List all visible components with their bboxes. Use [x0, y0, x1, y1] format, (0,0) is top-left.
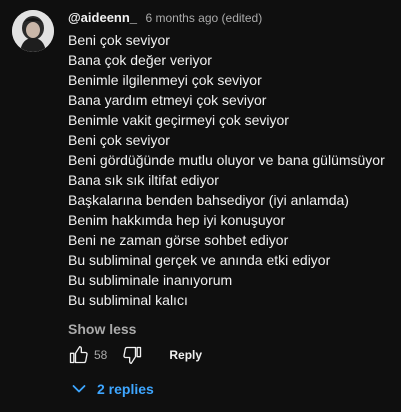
view-replies-button[interactable]: 2 replies [72, 378, 154, 400]
comment-line: Beni ne zaman görse sohbet ediyor [68, 232, 289, 248]
avatar-image [12, 10, 54, 52]
comment-line: Benim hakkımda hep iyi konuşuyor [68, 212, 286, 228]
chevron-down-icon [72, 384, 86, 394]
comment-thread: @aideenn_ 6 months ago (edited) Beni çok… [0, 0, 401, 412]
comment-line: Benimle ilgilenmeyi çok seviyor [68, 72, 262, 88]
comment-text: Beni çok seviyor Bana çok değer veriyor … [68, 30, 393, 310]
comment-line: Bana yardım etmeyi çok seviyor [68, 92, 267, 108]
comment-body: @aideenn_ 6 months ago (edited) Beni çok… [68, 8, 393, 339]
comment-line: Benimle vakit geçirmeyi çok seviyor [68, 112, 289, 128]
comment-timestamp[interactable]: 6 months ago (edited) [145, 11, 262, 25]
reply-button[interactable]: Reply [169, 348, 202, 362]
like-button[interactable] [68, 344, 88, 366]
avatar[interactable] [12, 10, 54, 52]
show-less-button[interactable]: Show less [68, 319, 136, 339]
like-count: 58 [94, 348, 108, 362]
comment-line: Beni gördüğünde mutlu oluyor ve bana gül… [68, 152, 385, 168]
comment-line: Beni çok seviyor [68, 132, 170, 148]
comment-author[interactable]: @aideenn_ [68, 10, 137, 25]
comment-line: Başkalarına benden bahsediyor (iyi anlam… [68, 192, 349, 208]
comment-line: Bana çok değer veriyor [68, 52, 212, 68]
dislike-button[interactable] [123, 344, 143, 366]
comment-line: Bu subliminal kalıcı [68, 292, 188, 308]
comment-line: Bu subliminale inanıyorum [68, 272, 233, 288]
replies-count-label: 2 replies [97, 381, 154, 397]
comment-header: @aideenn_ 6 months ago (edited) [68, 8, 393, 28]
comment-actions: 58 Reply [68, 342, 202, 368]
comment-line: Bana sık sık iltifat ediyor [68, 172, 219, 188]
comment-line: Bu subliminal gerçek ve anında etki ediy… [68, 252, 331, 268]
comment-line: Beni çok seviyor [68, 32, 170, 48]
thumbs-down-icon [123, 346, 142, 364]
thumbs-up-icon [69, 346, 88, 364]
